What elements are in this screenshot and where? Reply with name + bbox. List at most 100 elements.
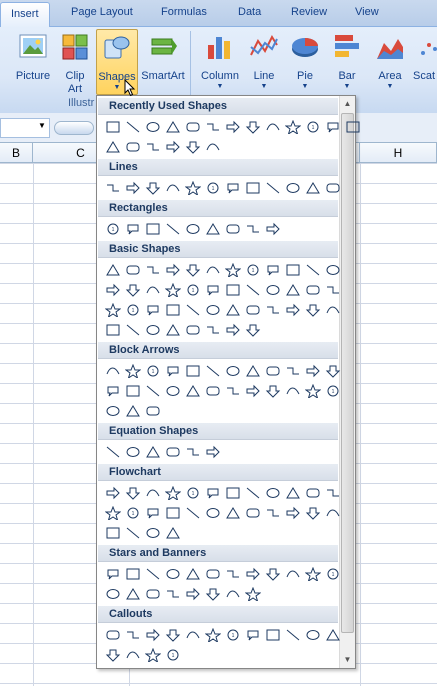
shape-option-icon[interactable] [183,138,203,156]
shape-option-icon[interactable] [203,585,223,603]
shape-option-icon[interactable] [323,362,343,380]
shape-option-icon[interactable] [323,281,343,299]
shape-option-icon[interactable] [323,484,343,502]
shape-option-icon[interactable] [143,301,163,319]
shape-option-icon[interactable] [343,118,363,136]
shape-option-icon[interactable]: 1 [163,646,183,664]
shape-option-icon[interactable] [263,118,283,136]
shape-option-icon[interactable] [123,484,143,502]
shape-option-icon[interactable] [223,321,243,339]
shape-option-icon[interactable] [143,646,163,664]
shape-option-icon[interactable] [103,382,123,400]
shape-option-icon[interactable] [263,484,283,502]
shape-option-icon[interactable] [143,281,163,299]
shape-option-icon[interactable] [203,138,223,156]
shape-option-icon[interactable] [123,382,143,400]
shape-option-icon[interactable] [163,118,183,136]
shape-option-icon[interactable] [203,281,223,299]
shape-option-icon[interactable] [243,179,263,197]
shape-option-icon[interactable] [123,626,143,644]
shape-option-icon[interactable] [283,504,303,522]
shape-option-icon[interactable] [263,281,283,299]
shape-option-icon[interactable] [163,382,183,400]
shape-option-icon[interactable]: 1 [303,118,323,136]
shape-option-icon[interactable] [163,626,183,644]
shape-option-icon[interactable] [103,261,123,279]
shape-option-icon[interactable] [223,281,243,299]
shape-option-icon[interactable] [143,138,163,156]
shape-option-icon[interactable] [323,118,343,136]
shape-option-icon[interactable] [203,321,223,339]
column-chart-button[interactable]: Column ▼ [198,31,242,90]
shape-option-icon[interactable] [103,524,123,542]
shape-option-icon[interactable]: 1 [323,565,343,583]
shape-option-icon[interactable] [143,524,163,542]
shape-option-icon[interactable] [223,382,243,400]
shape-option-icon[interactable]: 1 [203,179,223,197]
shape-option-icon[interactable] [103,646,123,664]
shape-option-icon[interactable] [143,484,163,502]
shape-option-icon[interactable] [243,504,263,522]
shape-option-icon[interactable] [283,281,303,299]
shape-option-icon[interactable] [223,179,243,197]
shape-option-icon[interactable] [263,301,283,319]
shape-option-icon[interactable] [163,261,183,279]
shape-option-icon[interactable] [143,261,163,279]
shape-option-icon[interactable]: 1 [183,484,203,502]
shape-option-icon[interactable] [143,118,163,136]
shape-option-icon[interactable] [323,179,343,197]
shape-option-icon[interactable] [143,626,163,644]
shape-option-icon[interactable] [263,565,283,583]
shape-option-icon[interactable]: 1 [323,382,343,400]
shape-option-icon[interactable] [223,585,243,603]
shape-option-icon[interactable] [103,484,123,502]
shape-option-icon[interactable] [183,179,203,197]
tab-data[interactable]: Data [238,6,261,18]
tab-formulas[interactable]: Formulas [161,6,207,18]
shape-option-icon[interactable] [163,138,183,156]
shape-option-icon[interactable] [183,301,203,319]
shape-option-icon[interactable] [103,301,123,319]
shape-option-icon[interactable] [123,646,143,664]
shape-option-icon[interactable] [123,443,143,461]
column-header-b[interactable]: B [0,143,33,163]
shape-option-icon[interactable] [283,261,303,279]
shape-option-icon[interactable] [163,484,183,502]
shape-option-icon[interactable] [103,179,123,197]
shape-option-icon[interactable] [103,138,123,156]
shape-option-icon[interactable] [163,220,183,238]
shape-option-icon[interactable] [243,382,263,400]
line-chart-button[interactable]: Line ▼ [247,31,281,90]
shape-option-icon[interactable] [163,504,183,522]
shape-option-icon[interactable] [303,382,323,400]
shape-option-icon[interactable] [203,301,223,319]
shape-option-icon[interactable] [283,484,303,502]
shape-option-icon[interactable] [203,443,223,461]
shape-option-icon[interactable] [123,118,143,136]
shape-option-icon[interactable]: 1 [183,281,203,299]
shape-option-icon[interactable] [183,443,203,461]
shape-option-icon[interactable]: 1 [223,626,243,644]
shape-option-icon[interactable] [223,362,243,380]
shape-option-icon[interactable] [263,382,283,400]
shape-option-icon[interactable] [163,524,183,542]
scroll-up-arrow-icon[interactable]: ▲ [340,96,355,112]
tab-view[interactable]: View [355,6,379,18]
smartart-button[interactable]: SmartArt [140,31,186,83]
shape-option-icon[interactable] [163,565,183,583]
shape-option-icon[interactable] [223,220,243,238]
tab-page-layout[interactable]: Page Layout [71,6,133,18]
shape-option-icon[interactable] [123,138,143,156]
shape-option-icon[interactable] [283,382,303,400]
shape-option-icon[interactable] [223,118,243,136]
shape-option-icon[interactable] [103,118,123,136]
shape-option-icon[interactable] [323,504,343,522]
shape-option-icon[interactable] [203,565,223,583]
shape-option-icon[interactable]: 1 [123,301,143,319]
picture-button[interactable]: Picture [10,31,56,83]
shape-option-icon[interactable] [283,118,303,136]
shape-option-icon[interactable] [123,565,143,583]
shape-option-icon[interactable] [143,402,163,420]
shape-option-icon[interactable] [283,565,303,583]
shape-option-icon[interactable] [123,585,143,603]
